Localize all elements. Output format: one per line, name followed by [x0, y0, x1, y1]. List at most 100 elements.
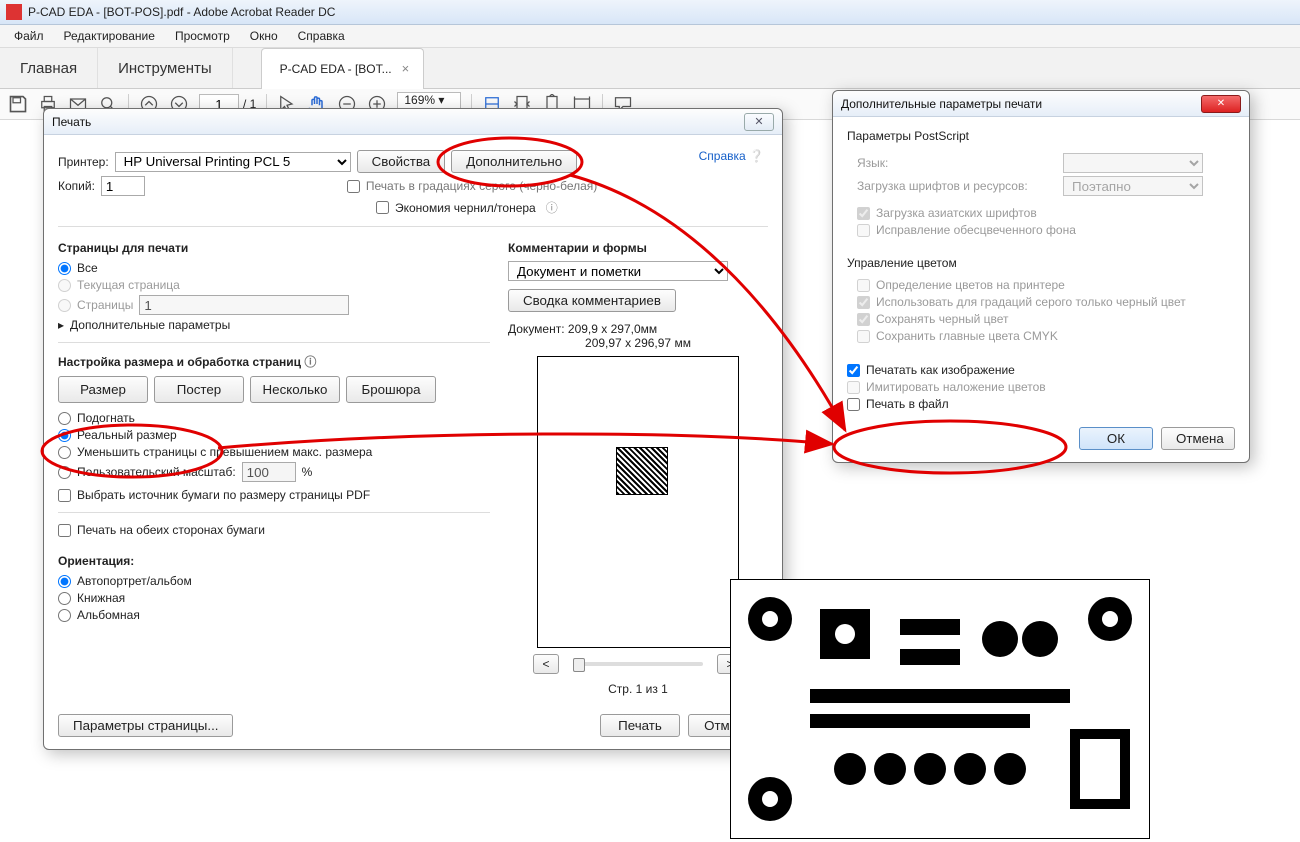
lang-select	[1063, 153, 1203, 173]
orient-portrait-radio[interactable]	[58, 592, 71, 605]
window-titlebar: P-CAD EDA - [BOT-POS].pdf - Adobe Acroba…	[0, 0, 1300, 25]
fit-radio[interactable]	[58, 412, 71, 425]
pages-range-input	[139, 295, 349, 315]
print-to-file-checkbox[interactable]	[847, 398, 860, 411]
actual-size-radio[interactable]	[58, 429, 71, 442]
print-as-image-checkbox[interactable]	[847, 364, 860, 377]
printer-select[interactable]: HP Universal Printing PCL 5	[115, 152, 351, 172]
doc-tab[interactable]: P-CAD EDA - [BOT... ×	[261, 48, 425, 89]
tabstrip: Главная Инструменты P-CAD EDA - [BOT... …	[0, 48, 1300, 89]
menu-help[interactable]: Справка	[288, 27, 355, 45]
pages-all-radio[interactable]	[58, 262, 71, 275]
keep-black-label: Сохранять черный цвет	[876, 312, 1009, 326]
advanced-print-dialog: Дополнительные параметры печати ✕ Параме…	[832, 90, 1250, 463]
comments-summary-button[interactable]: Сводка комментариев	[508, 289, 676, 312]
fit-label: Подогнать	[77, 411, 135, 425]
close-icon[interactable]: ×	[402, 61, 410, 76]
shrink-radio[interactable]	[58, 446, 71, 459]
booklet-button[interactable]: Брошюра	[346, 376, 436, 403]
ok-button[interactable]: ОК	[1079, 427, 1153, 450]
info-icon[interactable]: ⓘ	[546, 199, 558, 216]
duplex-checkbox[interactable]	[58, 524, 71, 537]
comments-select[interactable]: Документ и пометки	[508, 261, 728, 281]
orientation-title: Ориентация:	[58, 554, 490, 568]
paper-source-checkbox[interactable]	[58, 489, 71, 502]
menu-file[interactable]: Файл	[4, 27, 54, 45]
help-link[interactable]: Справка ❔	[699, 149, 764, 163]
bg-fix-checkbox	[857, 224, 870, 237]
custom-scale-label: Пользовательский масштаб:	[77, 465, 236, 479]
print-preview	[537, 356, 739, 648]
close-icon[interactable]: ✕	[744, 113, 774, 131]
help-icon: ❔	[749, 149, 764, 163]
info-icon[interactable]: ⓘ	[304, 355, 316, 369]
print-button[interactable]: Печать	[600, 714, 680, 737]
prev-page-button[interactable]: <	[533, 654, 559, 674]
pdf-icon	[6, 4, 22, 20]
multiple-button[interactable]: Несколько	[250, 376, 340, 403]
preview-artwork	[616, 447, 668, 495]
page-setup-button[interactable]: Параметры страницы...	[58, 714, 233, 737]
gray-black-checkbox	[857, 296, 870, 309]
page-of-label: Стр. 1 из 1	[508, 682, 768, 696]
shrink-label: Уменьшить страницы с превышением макс. р…	[77, 445, 372, 459]
actual-size-label: Реальный размер	[77, 428, 177, 442]
orient-auto-label: Автопортрет/альбом	[77, 574, 192, 588]
pages-current-label: Текущая страница	[77, 278, 180, 292]
pages-current-radio	[58, 279, 71, 292]
page-slider[interactable]	[573, 662, 703, 666]
printer-label: Принтер:	[58, 155, 109, 169]
simulate-overprint-label: Имитировать наложение цветов	[866, 380, 1046, 394]
pages-range-label: Страницы	[77, 298, 133, 312]
asian-fonts-label: Загрузка азиатских шрифтов	[876, 206, 1037, 220]
color-mgmt-title: Управление цветом	[847, 256, 1235, 270]
properties-button[interactable]: Свойства	[357, 150, 446, 173]
fonts-select: Поэтапно	[1063, 176, 1203, 196]
duplex-label: Печать на обеих сторонах бумаги	[77, 523, 265, 537]
acrobat-window: P-CAD EDA - [BOT-POS].pdf - Adobe Acroba…	[0, 0, 1300, 839]
preview-dimensions: 209,97 x 296,97 мм	[508, 336, 768, 350]
menu-edit[interactable]: Редактирование	[54, 27, 165, 45]
copies-input[interactable]	[101, 176, 145, 196]
menu-window[interactable]: Окно	[240, 27, 288, 45]
advanced-button[interactable]: Дополнительно	[451, 150, 577, 173]
print-as-image-label: Печатать как изображение	[866, 363, 1015, 377]
poster-button[interactable]: Постер	[154, 376, 244, 403]
gray-black-label: Использовать для градаций серого только …	[876, 295, 1186, 309]
comments-title: Комментарии и формы	[508, 241, 768, 255]
copies-label: Копий:	[58, 179, 95, 193]
paper-source-label: Выбрать источник бумаги по размеру стран…	[77, 488, 370, 502]
tab-tools[interactable]: Инструменты	[98, 48, 233, 88]
pages-all-label: Все	[77, 261, 98, 275]
print-dialog-titlebar[interactable]: Печать ✕	[44, 109, 782, 135]
orient-portrait-label: Книжная	[77, 591, 125, 605]
save-icon[interactable]	[8, 94, 28, 114]
grayscale-checkbox[interactable]	[347, 180, 360, 193]
tab-home[interactable]: Главная	[0, 48, 98, 88]
save-ink-checkbox[interactable]	[376, 201, 389, 214]
grayscale-label: Печать в градациях серого (черно-белая)	[366, 179, 597, 193]
fonts-label: Загрузка шрифтов и ресурсов:	[857, 179, 1057, 193]
size-title: Настройка размера и обработка страниц ⓘ	[58, 353, 490, 370]
menu-view[interactable]: Просмотр	[165, 27, 240, 45]
printer-color-label: Определение цветов на принтере	[876, 278, 1065, 292]
bg-fix-label: Исправление обесцвеченного фона	[876, 223, 1076, 237]
more-params-label[interactable]: Дополнительные параметры	[70, 318, 230, 332]
cancel-button[interactable]: Отмена	[1161, 427, 1235, 450]
print-dialog-title: Печать	[52, 115, 744, 129]
advanced-dialog-titlebar[interactable]: Дополнительные параметры печати ✕	[833, 91, 1249, 117]
close-icon[interactable]: ✕	[1201, 95, 1241, 113]
lang-label: Язык:	[857, 156, 1057, 170]
pages-title: Страницы для печати	[58, 241, 490, 255]
size-button[interactable]: Размер	[58, 376, 148, 403]
advanced-dialog-title: Дополнительные параметры печати	[841, 97, 1201, 111]
keep-cmyk-label: Сохранить главные цвета CMYK	[876, 329, 1058, 343]
chevron-right-icon[interactable]: ▸	[58, 318, 64, 332]
orient-auto-radio[interactable]	[58, 575, 71, 588]
doc-dimensions: Документ: 209,9 x 297,0мм	[508, 322, 768, 336]
asian-fonts-checkbox	[857, 207, 870, 220]
menubar[interactable]: Файл Редактирование Просмотр Окно Справк…	[0, 25, 1300, 48]
printer-color-checkbox	[857, 279, 870, 292]
custom-scale-radio[interactable]	[58, 466, 71, 479]
orient-landscape-radio[interactable]	[58, 609, 71, 622]
